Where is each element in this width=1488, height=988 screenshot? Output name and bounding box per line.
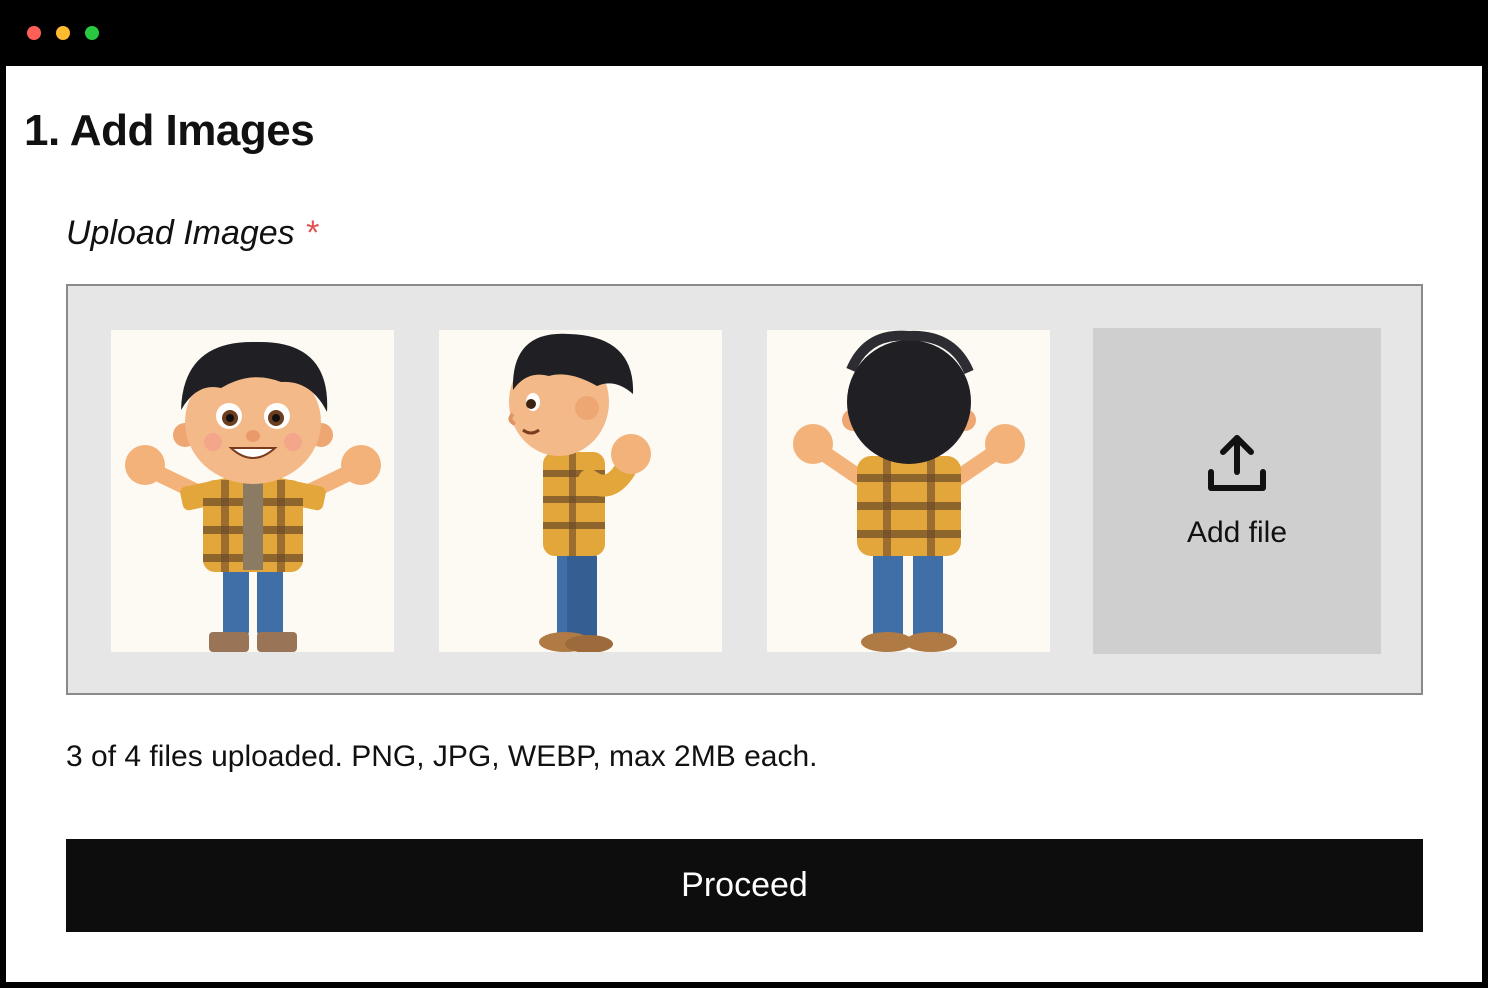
uploaded-image-back[interactable] [767,330,1050,652]
window-titlebar [0,0,1488,66]
minimize-window-button[interactable] [56,26,70,40]
uploaded-image-front[interactable] [111,330,394,652]
upload-helper-text: 3 of 4 files uploaded. PNG, JPG, WEBP, m… [66,740,818,773]
add-file-button[interactable]: Add file [1093,328,1381,654]
upload-dropzone[interactable]: Add file [66,284,1423,695]
character-back-illustration [767,330,1050,652]
uploaded-image-side[interactable] [439,330,722,652]
character-front-illustration [111,330,394,652]
close-window-button[interactable] [27,26,41,40]
page-title: 1. Add Images [24,106,315,155]
upload-icon [1208,435,1266,491]
required-marker: * [304,214,318,252]
add-file-label: Add file [1186,516,1288,549]
upload-images-label: Upload Images * [66,214,318,253]
upload-images-label-text: Upload Images [66,214,295,252]
character-side-illustration [439,330,722,652]
zoom-window-button[interactable] [85,26,99,40]
app-window: 1. Add Images Upload Images * Add file 3… [6,66,1482,982]
proceed-button[interactable]: Proceed [66,839,1423,932]
